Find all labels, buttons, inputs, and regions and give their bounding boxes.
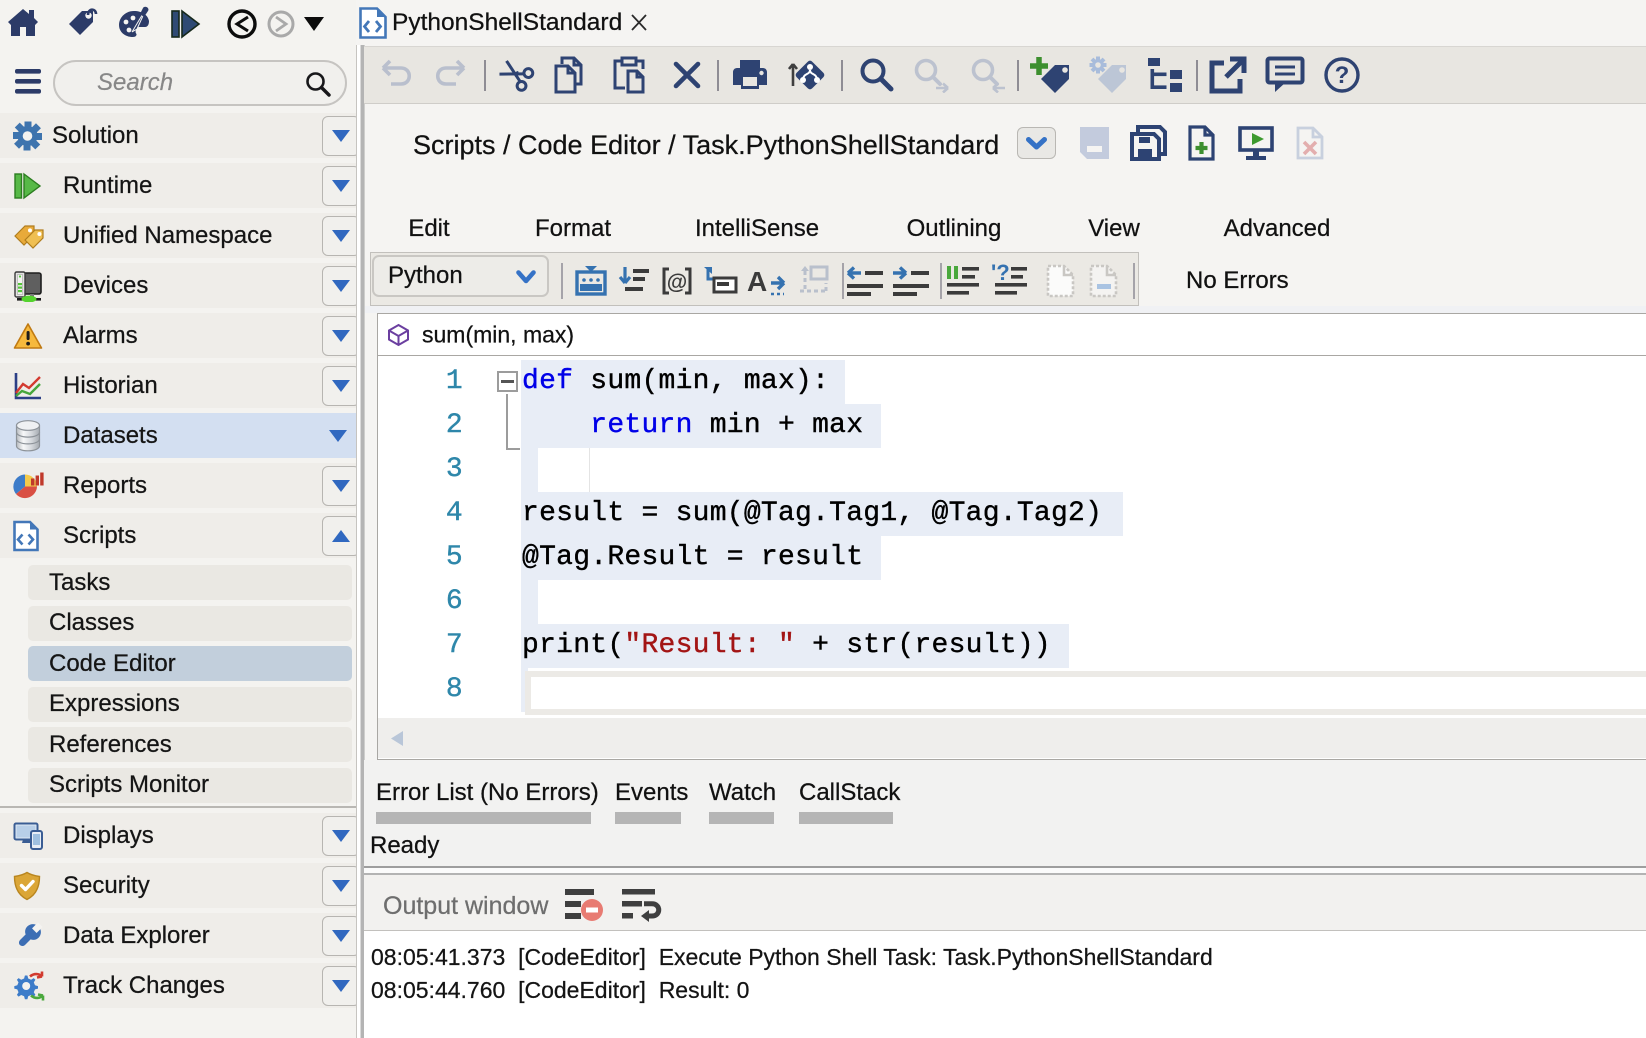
svg-text:@: @ [667,271,687,294]
svg-text:'?: '? [991,264,1010,285]
svg-text:?: ? [1335,62,1350,89]
svg-text:A: A [747,266,767,297]
